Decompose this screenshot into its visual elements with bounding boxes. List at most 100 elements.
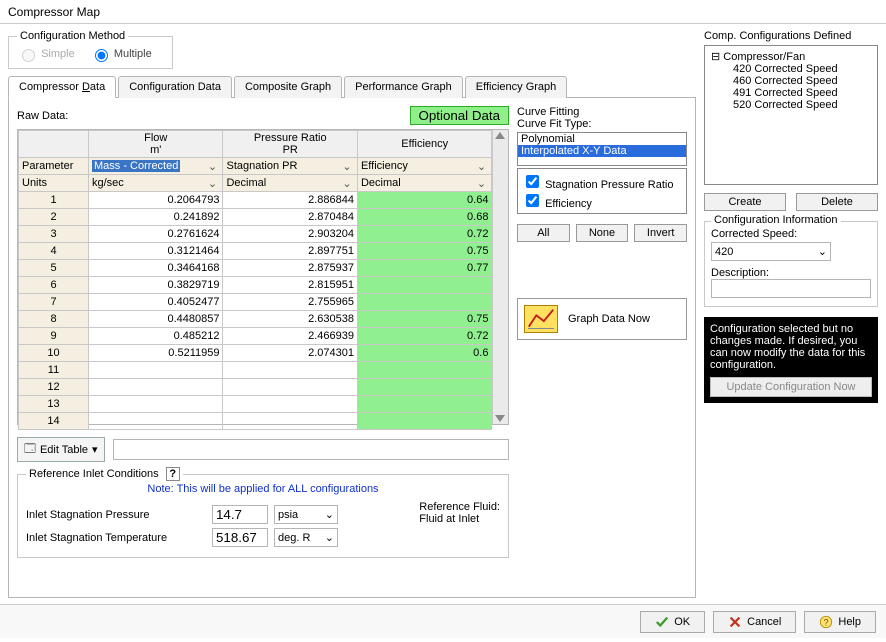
none-button[interactable]: None — [576, 224, 629, 242]
cell-flow[interactable]: 0.485212 — [89, 328, 223, 345]
cell-pr[interactable]: 2.815951 — [223, 277, 357, 294]
cell-pr[interactable]: 2.875937 — [223, 260, 357, 277]
invert-button[interactable]: Invert — [634, 224, 687, 242]
chevron-down-icon: ⌄ — [818, 245, 827, 258]
tab-3[interactable]: Performance Graph — [344, 76, 463, 98]
cell-pr[interactable] — [223, 413, 357, 430]
radio-multiple-input[interactable] — [95, 49, 108, 62]
cell-flow[interactable] — [89, 396, 223, 413]
cell-flow[interactable]: 0.5211959 — [89, 345, 223, 362]
question-icon: ? — [819, 615, 833, 629]
reference-inlet-group: Reference Inlet Conditions ? Note: This … — [17, 474, 509, 558]
cell-eff[interactable] — [357, 379, 492, 396]
scrollbar[interactable] — [492, 130, 508, 424]
svg-text:?: ? — [824, 617, 829, 627]
cell-flow[interactable]: 0.4052477 — [89, 294, 223, 311]
param-select-1[interactable]: Stagnation PR⌄ — [223, 158, 357, 175]
tree-item-1[interactable]: 460 Corrected Speed — [711, 75, 871, 87]
cell-pr[interactable]: 2.886844 — [223, 192, 357, 209]
all-button[interactable]: All — [517, 224, 570, 242]
radio-simple-input[interactable] — [22, 49, 35, 62]
cell-pr[interactable]: 2.074301 — [223, 345, 357, 362]
cell-eff[interactable]: 0.77 — [357, 260, 492, 277]
description-input[interactable] — [711, 279, 871, 298]
tab-1[interactable]: Configuration Data — [118, 76, 232, 98]
data-grid[interactable]: Flowm'Pressure RatioPREfficiencyParamete… — [17, 129, 509, 425]
config-method-legend: Configuration Method — [17, 30, 128, 42]
corrected-speed-select[interactable]: 420⌄ — [711, 242, 831, 261]
help-button[interactable]: ? Help — [804, 611, 876, 633]
config-tree[interactable]: Compressor/Fan 420 Corrected Speed460 Co… — [704, 45, 878, 185]
chk-efficiency[interactable]: Efficiency — [522, 191, 682, 210]
cell-flow[interactable] — [89, 413, 223, 430]
edit-formula-input[interactable] — [113, 439, 509, 460]
cell-eff[interactable] — [357, 396, 492, 413]
col-header: Efficiency — [357, 131, 492, 158]
cell-pr[interactable]: 2.466939 — [223, 328, 357, 345]
cell-pr[interactable] — [223, 396, 357, 413]
cell-flow[interactable]: 0.2761624 — [89, 226, 223, 243]
unit-select-2[interactable]: Decimal⌄ — [357, 175, 492, 192]
create-button[interactable]: Create — [704, 193, 786, 211]
isp-unit-select[interactable]: psia⌄ — [274, 505, 338, 524]
curve-option-0[interactable]: Polynomial — [518, 133, 686, 145]
isp-input[interactable] — [212, 505, 268, 524]
cell-flow[interactable]: 0.3464168 — [89, 260, 223, 277]
cell-pr[interactable]: 2.897751 — [223, 243, 357, 260]
param-select-2[interactable]: Efficiency⌄ — [357, 158, 492, 175]
cell-pr[interactable]: 2.630538 — [223, 311, 357, 328]
tab-0[interactable]: Compressor Data — [8, 76, 116, 98]
cell-eff[interactable]: 0.6 — [357, 345, 492, 362]
cell-flow[interactable]: 0.3829719 — [89, 277, 223, 294]
cell-flow[interactable] — [89, 362, 223, 379]
cell-eff[interactable]: 0.75 — [357, 311, 492, 328]
chk-stagnation[interactable]: Stagnation Pressure Ratio — [522, 172, 682, 191]
tab-4[interactable]: Efficiency Graph — [465, 76, 568, 98]
tab-2[interactable]: Composite Graph — [234, 76, 342, 98]
cell-eff[interactable]: 0.75 — [357, 243, 492, 260]
cell-eff[interactable] — [357, 277, 492, 294]
param-select-0[interactable]: Mass - Corrected⌄ — [89, 158, 223, 175]
unit-select-0[interactable]: kg/sec⌄ — [89, 175, 223, 192]
curve-option-1[interactable]: Interpolated X-Y Data — [518, 145, 686, 157]
dropdown-icon: ▾ — [92, 443, 98, 456]
cell-eff[interactable] — [357, 413, 492, 430]
delete-button[interactable]: Delete — [796, 193, 878, 211]
cell-pr[interactable]: 2.870484 — [223, 209, 357, 226]
optional-data-button[interactable]: Optional Data — [410, 106, 510, 125]
tree-item-0[interactable]: 420 Corrected Speed — [711, 63, 871, 75]
cell-pr[interactable]: 2.903204 — [223, 226, 357, 243]
cell-eff[interactable]: 0.64 — [357, 192, 492, 209]
cell-pr[interactable]: 2.755965 — [223, 294, 357, 311]
help-icon[interactable]: ? — [166, 467, 180, 481]
curve-fit-type-list[interactable]: PolynomialInterpolated X-Y Data — [517, 132, 687, 166]
ist-unit-select[interactable]: deg. R⌄ — [274, 528, 338, 547]
scroll-down-icon[interactable] — [495, 415, 505, 422]
row-num: 12 — [19, 379, 89, 396]
cell-eff[interactable]: 0.68 — [357, 209, 492, 226]
cell-flow[interactable]: 0.2064793 — [89, 192, 223, 209]
radio-simple[interactable]: Simple — [17, 48, 78, 60]
tree-root[interactable]: Compressor/Fan — [711, 50, 871, 63]
cell-flow[interactable]: 0.4480857 — [89, 311, 223, 328]
config-info-group: Configuration Information Corrected Spee… — [704, 221, 878, 307]
unit-select-1[interactable]: Decimal⌄ — [223, 175, 357, 192]
tree-item-3[interactable]: 520 Corrected Speed — [711, 99, 871, 111]
ist-input[interactable] — [212, 528, 268, 547]
cell-pr[interactable] — [223, 379, 357, 396]
cell-eff[interactable] — [357, 294, 492, 311]
cell-flow[interactable]: 0.241892 — [89, 209, 223, 226]
cell-eff[interactable]: 0.72 — [357, 328, 492, 345]
cell-pr[interactable] — [223, 362, 357, 379]
edit-table-button[interactable]: 🗔 Edit Table ▾ — [17, 437, 105, 462]
cancel-button[interactable]: Cancel — [713, 611, 796, 633]
ok-button[interactable]: OK — [640, 611, 705, 633]
radio-multiple[interactable]: Multiple — [90, 48, 152, 60]
cell-eff[interactable] — [357, 362, 492, 379]
scroll-up-icon[interactable] — [495, 132, 505, 139]
cell-flow[interactable] — [89, 379, 223, 396]
graph-data-now-button[interactable]: Graph Data Now — [517, 298, 687, 340]
cell-flow[interactable]: 0.3121464 — [89, 243, 223, 260]
cell-eff[interactable]: 0.72 — [357, 226, 492, 243]
tree-item-2[interactable]: 491 Corrected Speed — [711, 87, 871, 99]
